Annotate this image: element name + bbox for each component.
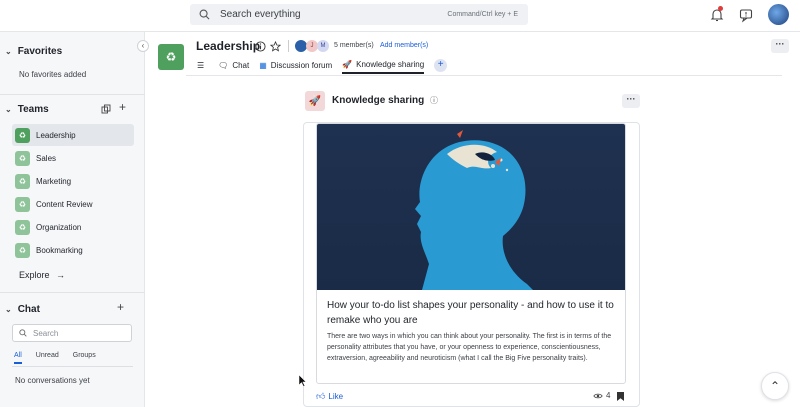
copy-icon[interactable] [101,104,111,114]
teams-title: Teams [17,104,49,115]
search-icon [19,329,27,337]
team-title: Leadership [196,39,261,53]
tab-knowledge-sharing[interactable]: 🚀 Knowledge sharing [342,57,425,74]
article-title[interactable]: How your to-do list shapes your personal… [327,298,617,328]
chat-icon: 🗨 [218,61,229,70]
team-label: Leadership [36,130,76,140]
chat-tab-all[interactable]: All [14,352,22,364]
recycle-icon: ♻ [15,219,30,235]
favorites-empty: No favorites added [19,70,87,79]
sidebar-item-content-review[interactable]: ♻ Content Review [12,193,134,215]
add-chat-icon[interactable]: + [117,300,124,314]
add-tab-button[interactable]: + [434,59,448,72]
article-description: There are two ways in which you can thin… [327,333,612,362]
like-button[interactable]: 👍︎ Like [316,391,343,402]
sidebar-item-leadership[interactable]: ♻ Leadership [12,124,134,146]
star-icon[interactable] [270,41,281,52]
global-search-input[interactable]: Search everything Command/Ctrl key + E [190,4,528,25]
view-count-value: 4 [606,391,611,400]
notification-dot [718,6,723,11]
chat-tab-unread[interactable]: Unread [36,352,59,364]
article-image [317,124,625,290]
search-shortcut: Command/Ctrl key + E [447,11,518,18]
arrow-right-icon: → [56,270,66,280]
chat-tabs: All Unread Groups [14,352,96,364]
recycle-icon: ♻ [15,173,30,189]
member-avatar[interactable]: M [317,40,329,52]
sidebar-item-organization[interactable]: ♻ Organization [12,216,134,238]
explore-link[interactable]: Explore → [19,270,65,280]
info-icon[interactable]: ⓘ [430,96,438,105]
head-silhouette-illustration [415,130,533,290]
chat-tab-groups[interactable]: Groups [73,352,96,364]
divider [12,366,133,367]
member-count: 5 member(s) [334,42,374,49]
sidebar: ⌄ Favorites No favorites added ⌄ Teams +… [0,32,145,407]
sidebar-item-bookmarking[interactable]: ♻ Bookmarking [12,239,134,261]
page-title-text: Knowledge sharing [332,95,425,106]
chevron-down-icon: ⌄ [5,47,12,56]
recycle-icon: ♻ [15,150,30,166]
favorites-title: Favorites [17,46,63,57]
eye-icon [593,393,603,398]
team-more-button[interactable]: ··· [771,39,789,53]
tab-label: Knowledge sharing [356,60,425,69]
page-title: Knowledge sharing ⓘ [332,95,438,106]
recycle-icon: ♻ [15,127,30,143]
top-bar: Search everything Command/Ctrl key + E [0,0,800,32]
recycle-icon: ♻ [165,50,177,64]
sidebar-item-sales[interactable]: ♻ Sales [12,147,134,169]
divider [0,292,145,293]
article-card[interactable]: How your to-do list shapes your personal… [316,123,626,384]
rocket-icon: 🚀 [305,91,325,111]
user-avatar[interactable] [768,4,789,25]
chevron-down-icon: ⌄ [5,105,12,114]
add-members-link[interactable]: Add member(s) [380,42,428,49]
team-label: Bookmarking [36,245,83,255]
chevron-down-icon: ⌄ [5,305,12,314]
chat-search-input[interactable]: Search [12,324,132,342]
sidebar-item-marketing[interactable]: ♻ Marketing [12,170,134,192]
team-label: Organization [36,222,82,232]
team-tabs: ☰ 🗨 Chat ▦ Discussion forum 🚀 Knowledge … [197,57,448,74]
feedback-icon[interactable] [738,7,754,23]
chat-title: Chat [17,304,40,315]
team-logo: ♻ [158,44,184,70]
thumbs-up-icon: 👍︎ [316,391,326,401]
search-placeholder: Search everything [220,9,301,20]
forum-icon: ▦ [259,61,267,70]
search-icon [199,9,210,20]
team-label: Sales [36,153,57,163]
divider [0,94,145,95]
tab-menu[interactable]: ☰ [197,57,208,74]
favorites-header[interactable]: ⌄ Favorites [5,46,62,57]
team-label: Content Review [36,199,93,209]
tab-discussion-forum[interactable]: ▦ Discussion forum [259,57,332,74]
chat-search-placeholder: Search [33,328,59,338]
rocket-icon: 🚀 [342,60,353,69]
menu-icon: ☰ [197,61,205,70]
divider [186,75,782,76]
chat-empty: No conversations yet [15,376,90,385]
view-count: 4 [593,391,610,400]
info-icon[interactable] [255,41,266,52]
divider [288,40,289,52]
tab-label: Chat [232,61,250,70]
scroll-to-top-button[interactable]: ⌃ [761,372,789,400]
mouse-cursor-icon [299,375,307,387]
team-label: Marketing [36,176,72,186]
add-team-icon[interactable]: + [119,100,126,114]
explore-label: Explore [19,270,50,280]
teams-header[interactable]: ⌄ Teams [5,104,49,115]
page-more-button[interactable]: ··· [622,94,640,108]
recycle-icon: ♻ [15,196,30,212]
like-label: Like [328,392,344,401]
chat-header[interactable]: ⌄ Chat [5,304,40,315]
tab-label: Discussion forum [270,61,333,70]
recycle-icon: ♻ [15,242,30,258]
collapse-sidebar-button[interactable]: ‹ [137,40,149,52]
tab-chat[interactable]: 🗨 Chat [218,57,249,74]
